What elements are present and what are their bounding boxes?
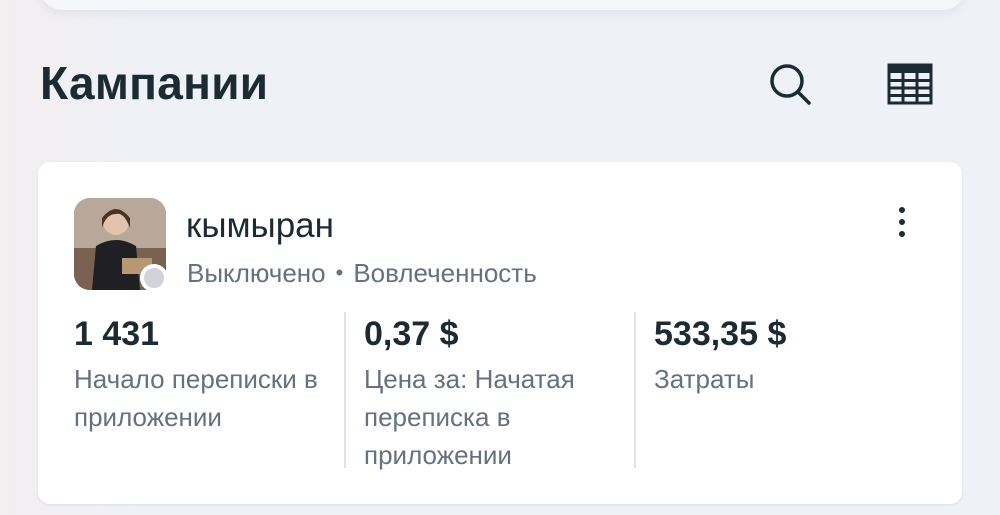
campaign-name[interactable]: кымыран [186, 206, 334, 246]
metric-divider [634, 312, 636, 468]
meta-separator-dot: • [335, 260, 344, 285]
table-view-button[interactable] [886, 60, 934, 108]
search-button[interactable] [766, 60, 814, 108]
metric-label: Затраты [654, 364, 755, 394]
campaign-metrics: 1 431 Начало переписки в приложении 0,37… [74, 310, 934, 470]
campaign-objective: Вовлеченность [353, 258, 537, 288]
metric-conversations-started: 1 431 Начало переписки в приложении [74, 310, 344, 470]
metric-label: Цена за: Начатая переписка в приложении [364, 364, 575, 470]
metric-amount-spent: 533,35 $ Затраты [654, 310, 924, 470]
metric-value: 533,35 $ [654, 315, 787, 353]
campaign-status: Выключено [187, 258, 326, 288]
more-options-button[interactable] [884, 198, 920, 246]
page-title: Кампании [40, 57, 269, 109]
metric-value: 1 431 [74, 315, 160, 353]
metric-value: 0,37 $ [364, 315, 459, 353]
table-grid-icon [887, 63, 933, 105]
campaign-meta: Выключено • Вовлеченность [187, 257, 537, 289]
search-icon [770, 64, 811, 105]
more-dot [899, 219, 905, 225]
more-dot [899, 207, 905, 213]
metric-cost-per-conversation: 0,37 $ Цена за: Начатая переписка в прил… [364, 310, 634, 470]
status-dot [144, 268, 164, 288]
top-panel-edge [40, 0, 965, 10]
status-indicator [140, 264, 168, 292]
campaign-card[interactable]: кымыран Выключено • Вовлеченность 1 431 … [38, 162, 962, 504]
page-header: Кампании [40, 52, 960, 114]
metric-label: Начало переписки в приложении [74, 364, 318, 432]
campaign-avatar [74, 198, 168, 292]
metric-divider [344, 312, 346, 468]
more-dot [899, 231, 905, 237]
